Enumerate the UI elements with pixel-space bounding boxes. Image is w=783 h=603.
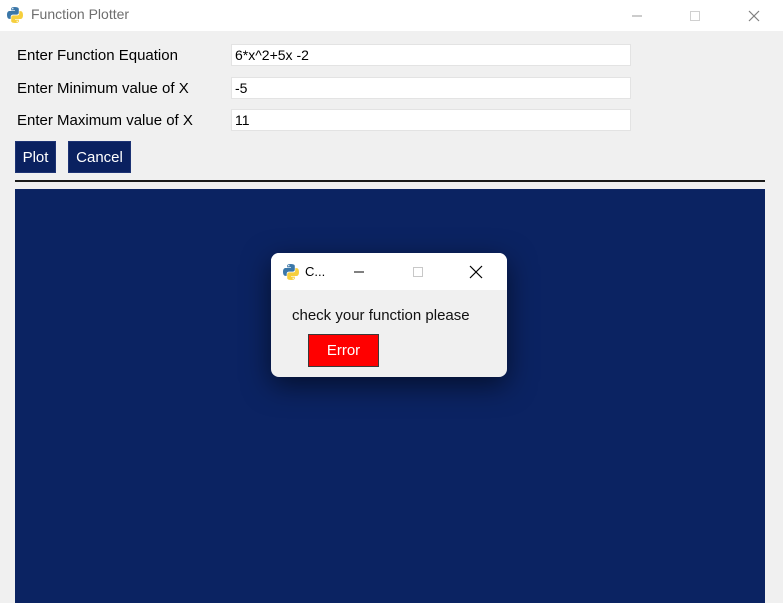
minimize-icon[interactable]	[614, 0, 660, 31]
plot-button[interactable]: Plot	[15, 141, 56, 173]
error-dialog: C... check your function please Error	[271, 253, 507, 377]
python-icon	[7, 7, 23, 23]
maximize-icon[interactable]	[672, 0, 718, 31]
window-titlebar: Function Plotter	[0, 0, 783, 31]
min-x-input[interactable]	[231, 77, 631, 99]
maximize-icon[interactable]	[398, 253, 438, 290]
separator	[15, 180, 765, 182]
min-x-label: Enter Minimum value of X	[17, 80, 189, 97]
close-icon[interactable]	[731, 0, 777, 31]
cancel-button[interactable]: Cancel	[68, 141, 131, 173]
dialog-title: C...	[305, 264, 326, 279]
plot-canvas	[15, 189, 765, 603]
equation-input[interactable]	[231, 44, 631, 66]
dialog-titlebar: C...	[271, 253, 507, 290]
python-icon	[283, 264, 299, 280]
equation-label: Enter Function Equation	[17, 47, 178, 64]
close-icon[interactable]	[456, 253, 496, 290]
max-x-label: Enter Maximum value of X	[17, 112, 193, 129]
minimize-icon[interactable]	[339, 253, 379, 290]
dialog-message: check your function please	[292, 307, 470, 324]
window-title: Function Plotter	[31, 6, 130, 22]
error-button[interactable]: Error	[308, 334, 379, 367]
max-x-input[interactable]	[231, 109, 631, 131]
